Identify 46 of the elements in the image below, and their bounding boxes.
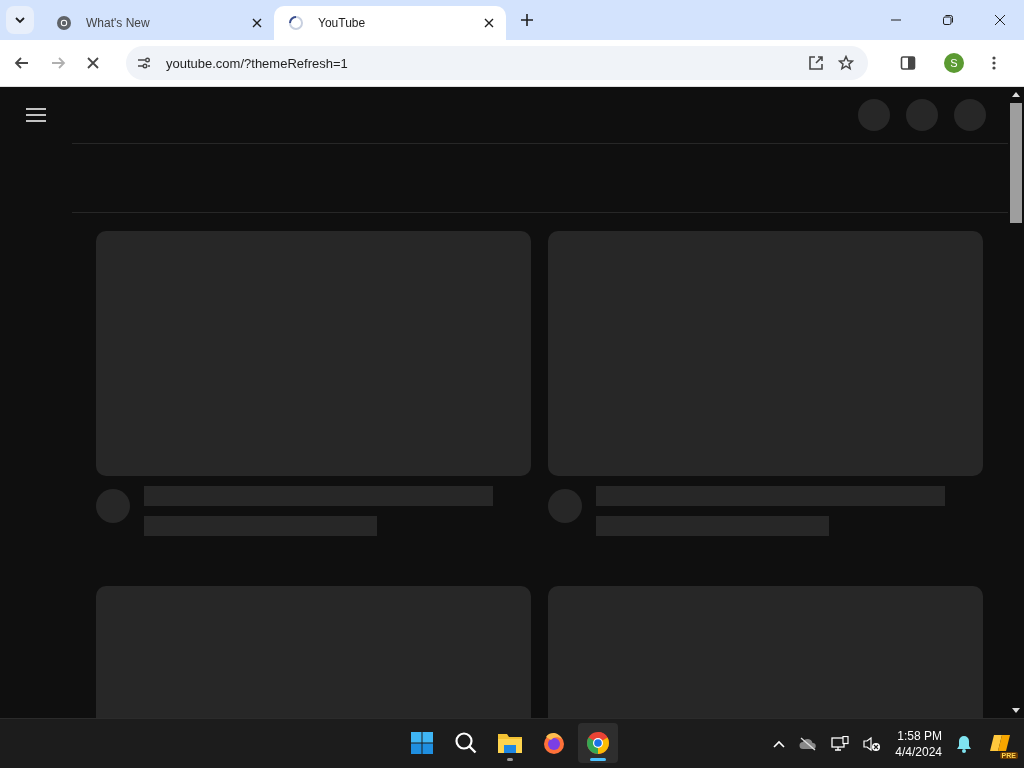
placeholder-circle	[906, 99, 938, 131]
tab-title: What's New	[86, 16, 151, 30]
close-icon[interactable]	[484, 18, 494, 28]
scroll-up-icon[interactable]	[1012, 91, 1020, 97]
chrome-icon	[586, 731, 610, 755]
tab-title: YouTube	[318, 16, 367, 30]
tab-search-button[interactable]	[6, 6, 34, 34]
search-icon	[454, 731, 478, 755]
menu-icon[interactable]	[992, 55, 996, 71]
open-in-app-icon[interactable]	[808, 55, 824, 71]
chevron-up-icon[interactable]	[773, 739, 786, 748]
back-icon[interactable]	[14, 55, 30, 71]
url-text: youtube.com/?themeRefresh=1	[166, 55, 348, 71]
browser-tab[interactable]: YouTube	[274, 6, 506, 40]
close-icon[interactable]	[252, 18, 262, 28]
browser-tab[interactable]: What's New	[42, 6, 274, 40]
stop-icon[interactable]	[86, 56, 100, 70]
avatar-placeholder	[96, 489, 130, 523]
restore-icon[interactable]	[942, 14, 954, 26]
close-window-icon[interactable]	[994, 14, 1006, 26]
loading-spinner-icon	[288, 15, 304, 31]
running-indicator	[590, 758, 606, 761]
fox-globe-icon	[542, 731, 566, 755]
placeholder-circle	[954, 99, 986, 131]
chevron-down-icon	[14, 14, 26, 26]
scrollbar-thumb[interactable]	[1010, 103, 1022, 223]
scroll-down-icon[interactable]	[1012, 708, 1020, 714]
network-icon[interactable]	[831, 735, 850, 752]
running-indicator	[507, 758, 513, 761]
chrome-taskbar-button[interactable]	[578, 723, 618, 763]
star-icon[interactable]	[838, 55, 854, 71]
clock-date[interactable]: 4/4/2024	[895, 743, 942, 760]
bell-icon[interactable]	[956, 734, 972, 753]
speaker-muted-icon[interactable]	[863, 735, 882, 752]
placeholder-circle	[858, 99, 890, 131]
side-panel-icon[interactable]	[900, 55, 916, 71]
cloud-off-icon[interactable]	[799, 736, 818, 751]
avatar-placeholder	[548, 489, 582, 523]
site-settings-icon[interactable]	[136, 55, 152, 71]
new-tab-icon[interactable]	[520, 13, 534, 27]
menu-icon[interactable]	[26, 108, 46, 122]
folder-icon	[497, 731, 523, 755]
clock-time[interactable]: 1:58 PM	[897, 727, 942, 744]
address-bar[interactable]: youtube.com/?themeRefresh=1	[126, 46, 868, 80]
chrome-icon	[56, 15, 72, 31]
windows-logo-icon	[410, 731, 434, 755]
